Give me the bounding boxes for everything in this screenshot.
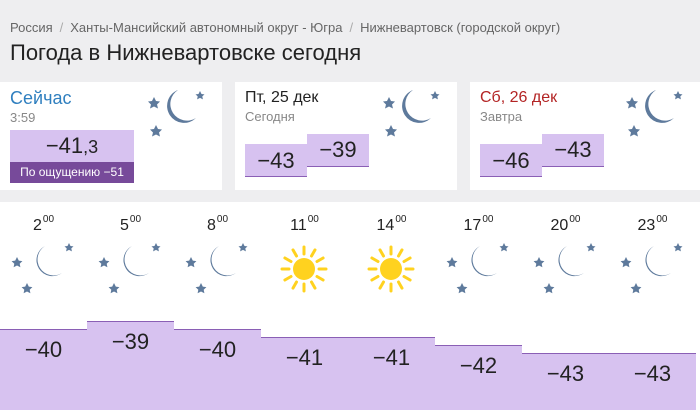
night-temperature: −46 [480,144,542,177]
hour-time: 500 [119,214,142,234]
hour-column[interactable]: 800 −40 [174,202,261,410]
sun-icon [266,240,343,298]
hour-time: 2300 [637,214,668,234]
hour-column[interactable]: 1100 −41 [261,202,348,410]
day-temperature: −43 [542,134,604,167]
current-temperature: −41,3 [10,130,134,162]
night-temperature: −43 [245,144,307,177]
hour-temperature: −39 [111,329,150,354]
hour-temperature: −40 [198,337,237,362]
forecast-date: Сб, 26 дек [480,89,558,106]
breadcrumb: Россия / Ханты-Мансийский автономный округ… [10,20,560,35]
breadcrumb-country[interactable]: Россия [10,20,53,35]
hourly-forecast: 200 −40 500 −39 800 −40 1100 −41 1400 −41 1700 −42 2… [0,202,700,410]
day-temperature: −39 [307,134,369,167]
hour-time: 200 [32,214,55,234]
temp-decimal: ,3 [83,137,99,157]
night-clear-moon-stars-icon [179,240,256,298]
hour-column[interactable]: 2000 −43 [522,202,609,410]
hour-column[interactable]: 200 −40 [0,202,87,410]
hour-temperature-bar: −41 [261,337,348,410]
hour-time: 1400 [376,214,407,234]
hour-temperature: −41 [372,345,411,370]
hour-column[interactable]: 1700 −42 [435,202,522,410]
now-label: Сейчас [10,88,72,108]
hour-column[interactable]: 2300 −43 [609,202,696,410]
hour-time: 800 [206,214,229,234]
breadcrumb-region[interactable]: Ханты-Мансийский автономный округ - Югра [70,20,342,35]
night-clear-moon-stars-icon [440,240,517,298]
breadcrumb-separator: / [349,20,354,35]
night-clear-moon-stars-icon [5,240,82,298]
hour-temperature: −40 [24,337,63,362]
night-clear-moon-stars-icon [626,90,683,137]
hour-temperature-bar: −40 [0,329,87,410]
hour-temperature: −43 [633,361,672,386]
hour-temperature: −43 [546,361,585,386]
sun-icon [353,240,430,298]
night-clear-moon-stars-icon [383,90,440,137]
hour-temperature-bar: −40 [174,329,261,410]
hour-temperature: −42 [459,353,498,378]
hour-temperature-bar: −42 [435,345,522,410]
hour-temperature-bar: −41 [348,337,435,410]
night-clear-moon-stars-icon [527,240,604,298]
hour-temperature-bar: −43 [522,353,609,410]
night-clear-moon-stars-icon [614,240,691,298]
hour-time: 1700 [463,214,494,234]
hour-column[interactable]: 500 −39 [87,202,174,410]
page-title: Погода в Нижневартовске сегодня [10,40,362,65]
forecast-day-label: Завтра [480,109,523,124]
observation-time: 3:59 [10,110,36,125]
hour-time: 2000 [550,214,581,234]
night-clear-moon-stars-icon [92,240,169,298]
forecast-date: Пт, 25 дек [245,89,319,106]
current-weather-card[interactable]: Сейчас 3:59 −41,3 По ощущению −51 [0,82,222,190]
forecast-day-label: Сегодня [245,109,295,124]
feels-like-badge: По ощущению −51 [10,162,134,183]
temp-integer: −41 [45,133,84,158]
hour-temperature-bar: −43 [609,353,696,410]
hour-temperature: −41 [285,345,324,370]
breadcrumb-separator: / [59,20,64,35]
forecast-card-tomorrow[interactable]: Сб, 26 дек Завтра −46 −43 [470,82,700,190]
hour-column[interactable]: 1400 −41 [348,202,435,410]
hour-time: 1100 [290,214,319,234]
breadcrumb-city[interactable]: Нижневартовск (городской округ) [360,20,560,35]
hour-temperature-bar: −39 [87,321,174,410]
forecast-card-today[interactable]: Пт, 25 дек Сегодня −43 −39 [235,82,457,190]
night-clear-moon-stars-icon [148,90,205,137]
